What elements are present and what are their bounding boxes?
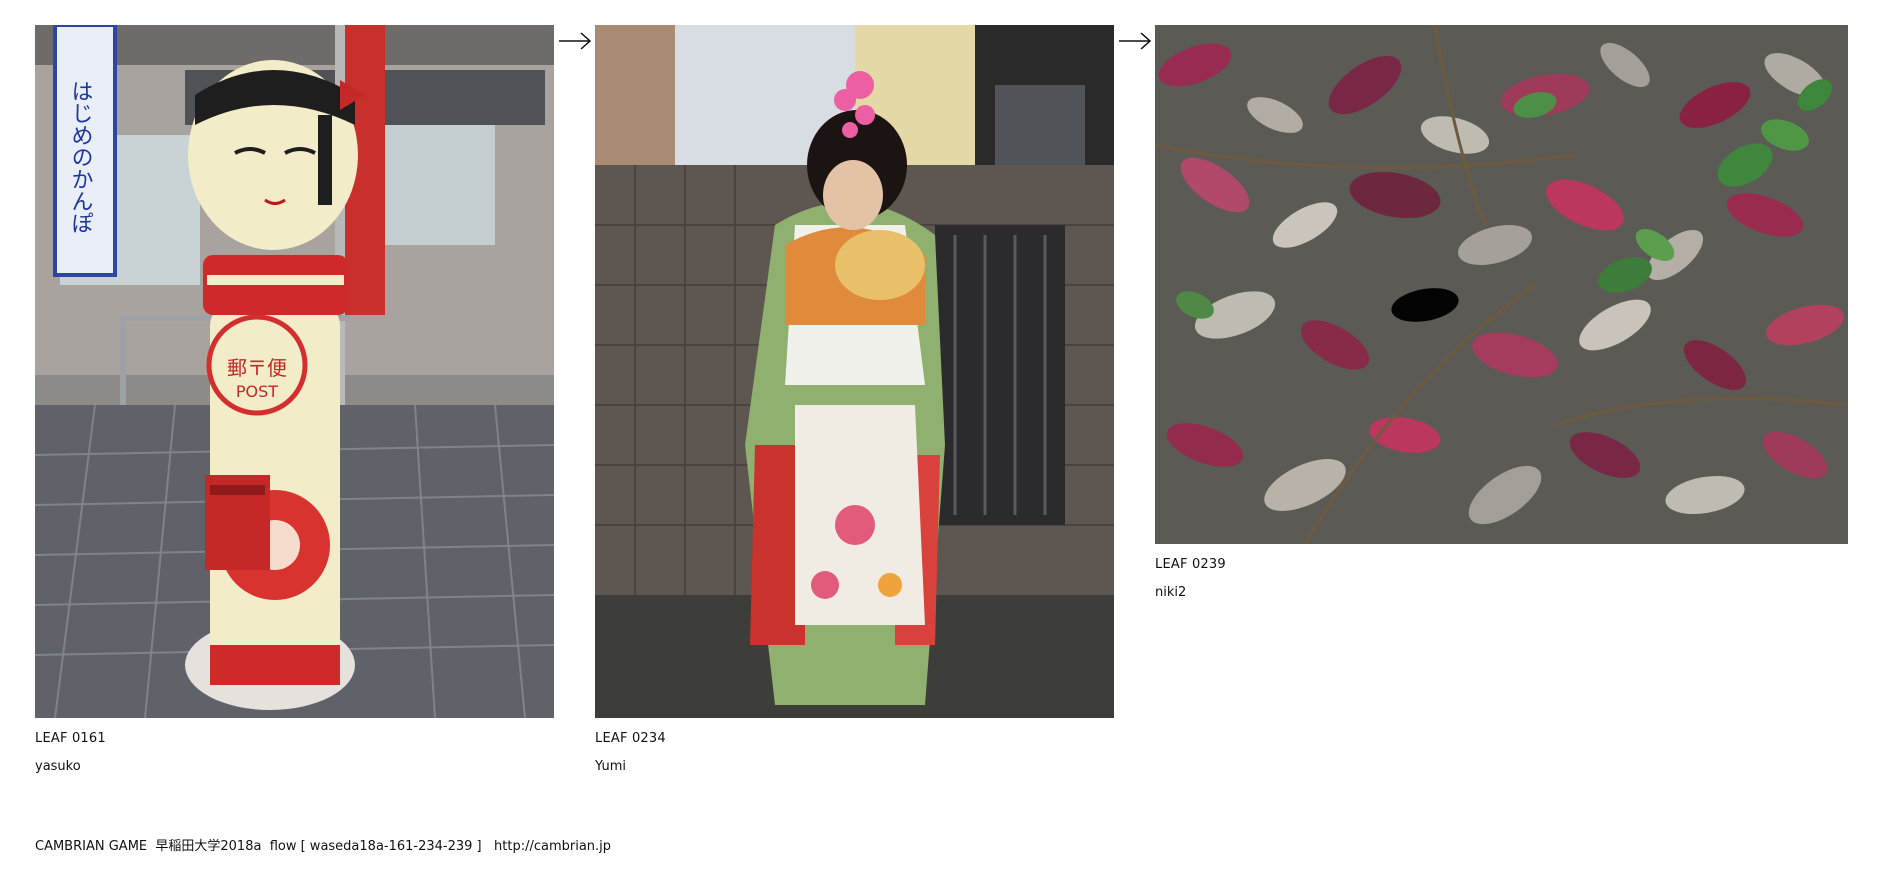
leaf-user[interactable]: Yumi xyxy=(595,758,1114,776)
leaf-card-0234[interactable]: LEAF 0234 Yumi xyxy=(595,25,1114,776)
fallen-leaves-photo[interactable] xyxy=(1155,25,1848,544)
right-arrow-icon xyxy=(558,29,592,53)
leaf-user[interactable]: yasuko xyxy=(35,758,554,776)
leaf-card-0239[interactable]: LEAF 0239 niki2 xyxy=(1155,25,1848,602)
right-arrow-icon xyxy=(1118,29,1152,53)
kimono-woman-photo[interactable] xyxy=(595,25,1114,718)
post-latin-text: POST xyxy=(236,382,278,401)
leaf-user[interactable]: niki2 xyxy=(1155,584,1848,602)
footer-text: CAMBRIAN GAME 早稲田大学2018a flow [ waseda18… xyxy=(35,839,612,854)
banner-text: はじめのかんぽ xyxy=(68,80,93,234)
post-kanji-text: 郵〒便 xyxy=(227,356,287,380)
leaf-title[interactable]: LEAF 0239 xyxy=(1155,556,1848,574)
kokeshi-post-box-photo[interactable]: はじめのかんぽ 郵〒便 POST xyxy=(35,25,554,718)
leaf-title[interactable]: LEAF 0161 xyxy=(35,730,554,748)
leaf-card-0161[interactable]: はじめのかんぽ 郵〒便 POST LEAF 0161 yasuko xyxy=(35,25,554,776)
leaf-title[interactable]: LEAF 0234 xyxy=(595,730,1114,748)
